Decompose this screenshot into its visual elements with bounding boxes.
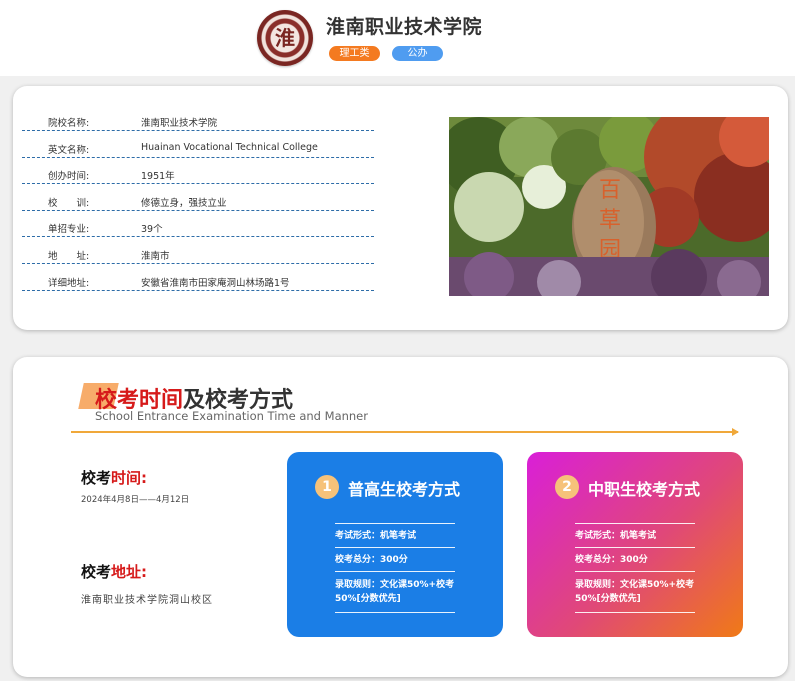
header: 淮 淮南职业技术学院 理工类 公办 (0, 0, 795, 76)
panel-title: 中职生校考方式 (588, 480, 701, 499)
panel-title: 普高生校考方式 (348, 480, 461, 499)
panel-item-exam-form: 考试形式：机笔考试 (335, 531, 417, 541)
info-value: 淮南职业技术学院 (141, 118, 218, 129)
category-tag: 理工类 (329, 46, 380, 61)
school-seal-icon: 淮 (257, 10, 313, 66)
section-divider (71, 431, 738, 433)
info-row-majors: 单招专业: 39个 (22, 217, 374, 237)
exam-address-value: 淮南职业技术学院洞山校区 (81, 595, 213, 606)
panel-divider (575, 612, 695, 613)
panel-item-exam-form: 考试形式：机笔考试 (575, 531, 657, 541)
vocational-student-panel: 2 中职生校考方式 考试形式：机笔考试 校考总分：300分 录取规则：文化课50… (527, 452, 743, 637)
info-value: 修德立身，强技立业 (141, 198, 227, 209)
info-value: 安徽省淮南市田家庵洞山林场路1号 (141, 278, 290, 289)
svg-text:百: 百 (599, 178, 621, 203)
exam-address-heading-b: 地址: (111, 563, 148, 581)
divider-arrow-icon (732, 428, 739, 436)
svg-text:草: 草 (599, 208, 621, 233)
panel-number: 1 (315, 475, 339, 499)
panel-divider (335, 547, 455, 548)
panel-divider (575, 571, 695, 572)
info-row-city: 地 址: 淮南市 (22, 244, 374, 264)
exam-time-heading-a: 校考 (81, 469, 112, 487)
panel-divider (335, 523, 455, 524)
campus-stone-garden-photo: 百 草 园 (449, 117, 769, 296)
exam-address-heading-a: 校考 (81, 563, 112, 581)
section-subtitle: School Entrance Examination Time and Man… (95, 409, 368, 423)
panel-divider (335, 612, 455, 613)
info-value: 淮南市 (141, 251, 170, 262)
info-value: 39个 (141, 224, 163, 235)
info-label: 单招专业: (48, 224, 90, 235)
exam-time-heading-b: 时间: (111, 469, 148, 487)
panel-item-admission-rule: 录取规则：文化课50%+校考50%[分数优先] (335, 580, 455, 604)
info-row-motto: 校 训: 修德立身，强技立业 (22, 191, 374, 211)
info-label: 详细地址: (48, 278, 90, 289)
general-student-panel: 1 普高生校考方式 考试形式：机笔考试 校考总分：300分 录取规则：文化课50… (287, 452, 503, 637)
info-row-name: 院校名称: 淮南职业技术学院 (22, 111, 374, 131)
info-label: 院校名称: (48, 118, 90, 129)
info-label: 校 训: (48, 198, 90, 209)
ownership-tag: 公办 (392, 46, 443, 61)
info-value: 1951年 (141, 171, 175, 182)
info-row-address: 详细地址: 安徽省淮南市田家庵洞山林场路1号 (22, 271, 374, 291)
info-value: Huainan Vocational Technical College (141, 142, 318, 153)
panel-divider (335, 571, 455, 572)
panel-divider (575, 523, 695, 524)
info-label: 创办时间: (48, 171, 90, 182)
exam-time-value: 2024年4月8日——4月12日 (81, 495, 190, 505)
panel-divider (575, 547, 695, 548)
school-name: 淮南职业技术学院 (326, 16, 483, 38)
info-row-founded: 创办时间: 1951年 (22, 164, 374, 184)
exam-address-heading: 校考地址: (81, 561, 147, 582)
exam-time-heading: 校考时间: (81, 467, 147, 488)
info-label: 地 址: (48, 251, 90, 262)
panel-item-admission-rule: 录取规则：文化课50%+校考50%[分数优先] (575, 580, 695, 604)
info-row-english-name: 英文名称: Huainan Vocational Technical Colle… (22, 138, 374, 158)
panel-number: 2 (555, 475, 579, 499)
panel-item-total-score: 校考总分：300分 (335, 555, 408, 565)
panel-item-total-score: 校考总分：300分 (575, 555, 648, 565)
info-label: 英文名称: (48, 145, 90, 156)
